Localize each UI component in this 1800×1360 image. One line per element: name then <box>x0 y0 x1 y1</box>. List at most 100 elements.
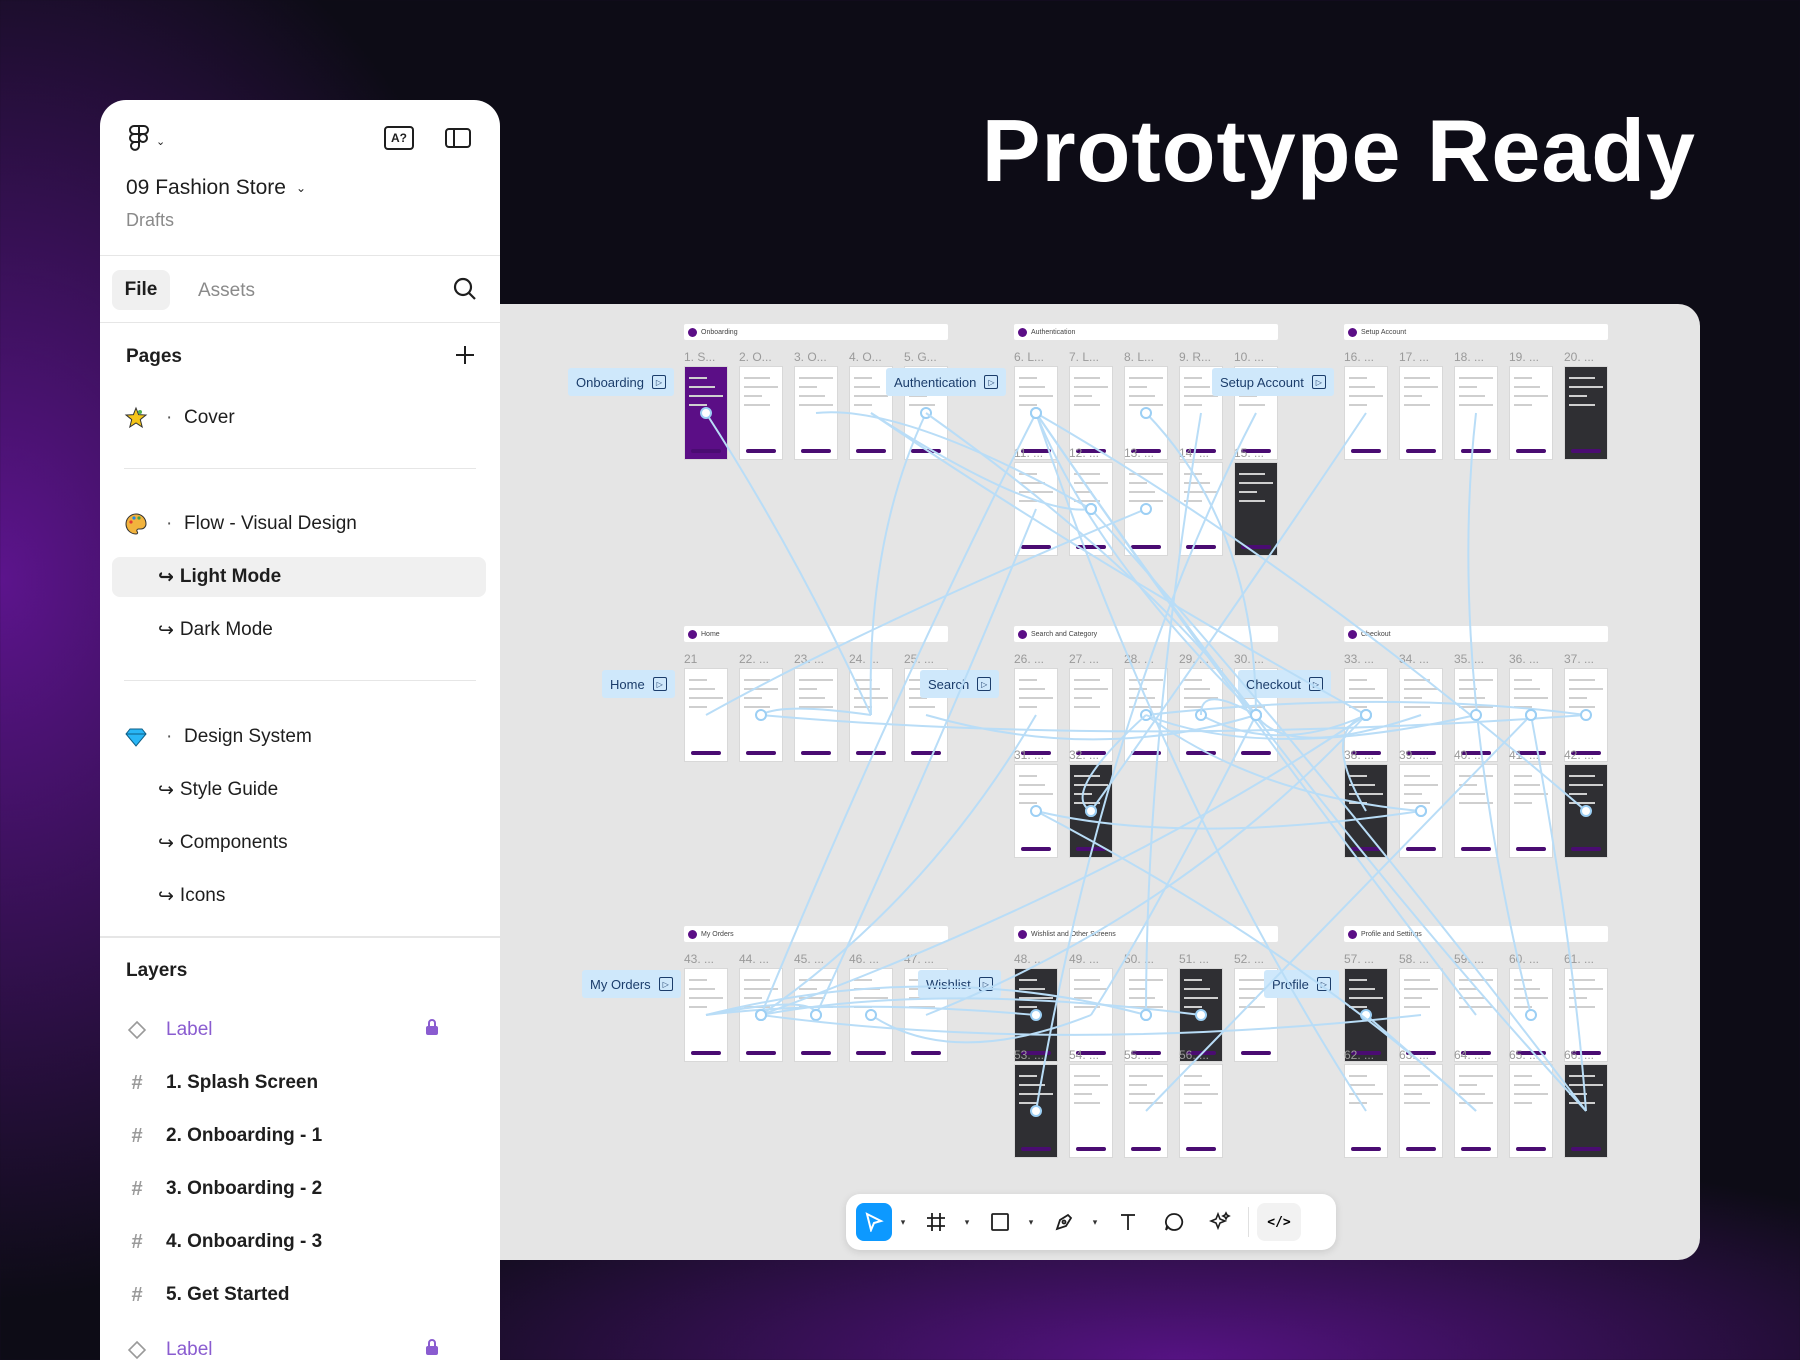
play-flow-icon[interactable]: ▷ <box>1311 375 1326 389</box>
play-flow-icon[interactable]: ▷ <box>978 977 993 991</box>
screen-frame[interactable] <box>1509 764 1553 858</box>
frame-tool-button[interactable] <box>916 1203 956 1241</box>
layer-row-get-started[interactable]: # 5. Get Started <box>100 1277 500 1313</box>
flow-starting-point-label[interactable]: Onboarding ▷ <box>568 368 674 396</box>
move-tool-button[interactable] <box>856 1203 892 1241</box>
screen-frame[interactable] <box>849 668 893 762</box>
screen-content-line <box>1074 395 1092 397</box>
layer-row-onboarding-2[interactable]: # 3. Onboarding - 2 <box>100 1171 500 1207</box>
screen-frame[interactable] <box>849 968 893 1062</box>
screen-frame[interactable] <box>1399 1064 1443 1158</box>
project-title-button[interactable]: 09 Fashion Store ⌄ <box>126 176 306 200</box>
flow-starting-point-label[interactable]: Checkout ▷ <box>1238 670 1331 698</box>
lock-icon[interactable] <box>424 1018 440 1042</box>
flow-starting-point-label[interactable]: Setup Account ▷ <box>1212 368 1334 396</box>
screen-frame[interactable] <box>1234 462 1278 556</box>
screen-frame[interactable] <box>1014 462 1058 556</box>
screen-content-line <box>1349 1102 1367 1104</box>
screen-frame[interactable] <box>1124 1064 1168 1158</box>
lock-icon[interactable] <box>424 1338 440 1360</box>
screen-frame[interactable] <box>1069 764 1113 858</box>
add-page-button[interactable] <box>454 344 476 371</box>
screen-frame[interactable] <box>739 366 783 460</box>
tab-file[interactable]: File <box>112 270 170 310</box>
screen-frame[interactable] <box>1014 764 1058 858</box>
text-tool-button[interactable] <box>1108 1203 1148 1241</box>
screen-content-line <box>854 988 880 990</box>
screen-frame[interactable] <box>684 668 728 762</box>
page-item-components[interactable]: ↪ Components <box>100 823 500 863</box>
flow-starting-point-label[interactable]: Profile ▷ <box>1264 970 1339 998</box>
screen-frame[interactable] <box>794 668 838 762</box>
screen-frame[interactable] <box>794 366 838 460</box>
page-item-icons[interactable]: ↪ Icons <box>100 876 500 916</box>
play-flow-icon[interactable]: ▷ <box>1316 977 1331 991</box>
page-item-dark-mode[interactable]: ↪ Dark Mode <box>100 610 500 650</box>
screen-frame[interactable] <box>1124 668 1168 762</box>
dev-mode-button[interactable]: </> <box>1257 1203 1301 1241</box>
page-item-flow-visual-design[interactable]: · Flow - Visual Design <box>100 504 500 544</box>
main-menu-button[interactable]: ⌄ <box>128 124 165 159</box>
page-item-cover[interactable]: · Cover <box>100 398 500 438</box>
layer-row-label[interactable]: Label <box>100 1012 500 1048</box>
design-canvas[interactable]: Onboarding 1. S... 2. O... 3. O... 4. O... 5.… <box>500 304 1700 1260</box>
screen-frame[interactable] <box>1179 668 1223 762</box>
screen-frame[interactable] <box>1014 1064 1058 1158</box>
play-flow-icon[interactable]: ▷ <box>652 677 667 691</box>
screen-frame[interactable] <box>1069 462 1113 556</box>
screen-frame[interactable] <box>739 668 783 762</box>
screen-frame[interactable] <box>1399 366 1443 460</box>
screen-frame[interactable] <box>1564 366 1608 460</box>
pen-tool-button[interactable] <box>1044 1203 1084 1241</box>
screen-frame[interactable] <box>1179 462 1223 556</box>
screen-frame[interactable] <box>1564 764 1608 858</box>
flow-starting-point-label[interactable]: Authentication ▷ <box>886 368 1007 396</box>
screen-frame[interactable] <box>1509 1064 1553 1158</box>
play-flow-icon[interactable]: ▷ <box>984 375 999 389</box>
screen-frame[interactable] <box>1399 764 1443 858</box>
screen-frame[interactable] <box>794 968 838 1062</box>
page-item-light-mode[interactable]: ↪ Light Mode <box>100 557 500 597</box>
chevron-down-icon[interactable]: ▾ <box>892 1203 910 1241</box>
screen-frame[interactable] <box>684 968 728 1062</box>
layer-row-splash-screen[interactable]: # 1. Splash Screen <box>100 1065 500 1101</box>
screen-frame[interactable] <box>1564 1064 1608 1158</box>
toggle-sidebar-button[interactable] <box>444 126 472 155</box>
font-badge-button[interactable]: A? <box>384 126 414 150</box>
play-flow-icon[interactable]: ▷ <box>977 677 992 691</box>
page-item-design-system[interactable]: · Design System <box>100 717 500 757</box>
chevron-down-icon[interactable]: ▾ <box>1084 1203 1102 1241</box>
search-button[interactable] <box>452 276 478 307</box>
screen-frame[interactable] <box>1344 1064 1388 1158</box>
layer-row-onboarding-3[interactable]: # 4. Onboarding - 3 <box>100 1224 500 1260</box>
flow-starting-point-label[interactable]: Home ▷ <box>602 670 675 698</box>
flow-starting-point-label[interactable]: Wishlist ▷ <box>918 970 1001 998</box>
figma-logo-icon <box>128 124 150 159</box>
page-item-style-guide[interactable]: ↪ Style Guide <box>100 770 500 810</box>
actions-tool-button[interactable] <box>1200 1203 1240 1241</box>
layer-row-label[interactable]: Label <box>100 1332 500 1360</box>
screen-frame[interactable] <box>1509 366 1553 460</box>
chevron-down-icon[interactable]: ▾ <box>1020 1203 1038 1241</box>
screen-frame[interactable] <box>739 968 783 1062</box>
screen-frame[interactable] <box>1454 764 1498 858</box>
screen-frame[interactable] <box>1454 366 1498 460</box>
layer-row-onboarding-1[interactable]: # 2. Onboarding - 1 <box>100 1118 500 1154</box>
screen-frame[interactable] <box>1344 366 1388 460</box>
flow-starting-point-label[interactable]: My Orders ▷ <box>582 970 681 998</box>
flow-starting-point-label[interactable]: Search ▷ <box>920 670 1000 698</box>
comment-tool-button[interactable] <box>1154 1203 1194 1241</box>
shape-tool-button[interactable] <box>980 1203 1020 1241</box>
screen-content-line <box>1129 1084 1147 1086</box>
screen-frame[interactable] <box>1179 1064 1223 1158</box>
play-flow-icon[interactable]: ▷ <box>651 375 666 389</box>
screen-frame[interactable] <box>684 366 728 460</box>
chevron-down-icon[interactable]: ▾ <box>956 1203 974 1241</box>
screen-frame[interactable] <box>1124 462 1168 556</box>
screen-frame[interactable] <box>1069 1064 1113 1158</box>
play-flow-icon[interactable]: ▷ <box>1308 677 1323 691</box>
tab-assets[interactable]: Assets <box>198 280 255 302</box>
screen-frame[interactable] <box>1344 764 1388 858</box>
screen-frame[interactable] <box>1454 1064 1498 1158</box>
play-flow-icon[interactable]: ▷ <box>658 977 673 991</box>
